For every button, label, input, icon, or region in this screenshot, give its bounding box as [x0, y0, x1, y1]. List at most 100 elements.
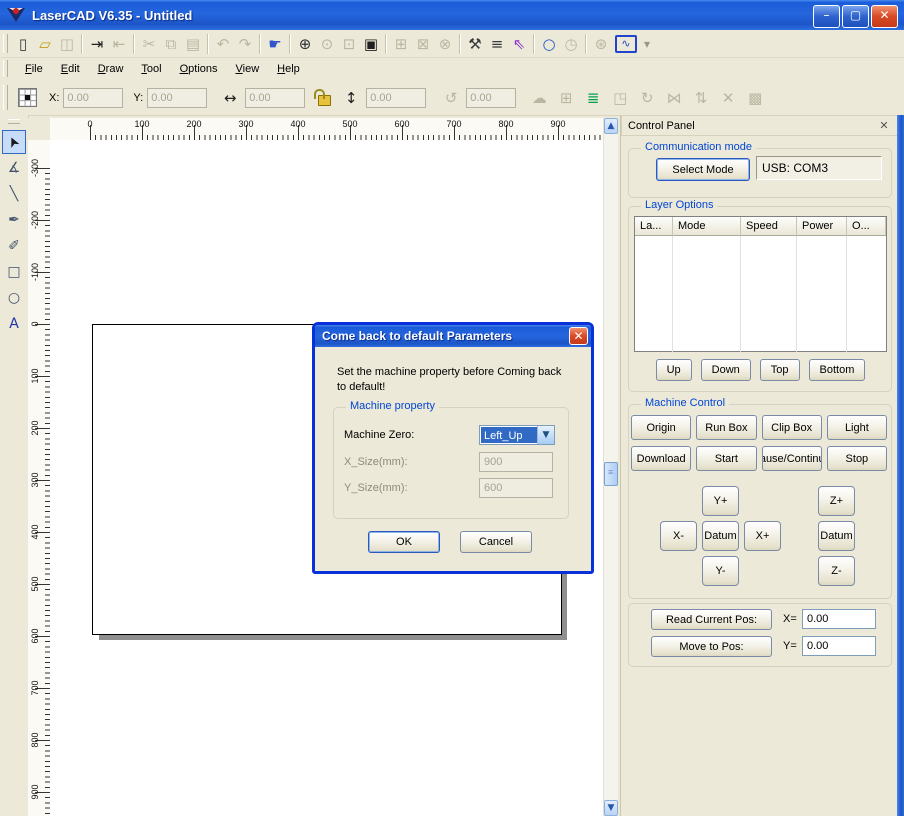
button-start[interactable]: Start [696, 446, 756, 471]
tool-ellipse[interactable]: ○ [2, 286, 26, 310]
button-down[interactable]: Down [701, 359, 751, 381]
globe-icon: ⊛ [590, 33, 612, 55]
anchor-point-icon[interactable] [18, 88, 37, 107]
tool-edit-node[interactable]: ∡ [2, 156, 26, 180]
jog-z-plus-button[interactable]: Z+ [818, 486, 855, 516]
import-icon[interactable]: ⇥ [86, 33, 108, 55]
ruler-label: -200 [30, 209, 42, 231]
layer-column-line [796, 236, 797, 352]
layer-col-speed[interactable]: Speed [741, 217, 797, 236]
button-stop[interactable]: Stop [827, 446, 887, 471]
jog-datum-z-button[interactable]: Datum [818, 521, 855, 551]
menu-view[interactable]: View [227, 60, 269, 78]
display-monitor-icon[interactable]: ∿ [615, 35, 637, 53]
dialog-close-icon[interactable]: ✕ [569, 327, 588, 345]
layers-icon[interactable]: ≣ [582, 87, 604, 109]
width-field: 0.00 [245, 88, 305, 108]
tool-text[interactable]: A [2, 312, 26, 336]
dialog-title: Come back to default Parameters [315, 325, 591, 347]
pan-hand-icon[interactable]: ☛ [264, 33, 286, 55]
button-top[interactable]: Top [760, 359, 800, 381]
jog-y-minus-button[interactable]: Y- [702, 556, 739, 586]
ruler-label: 600 [30, 625, 42, 647]
jog-x-minus-button[interactable]: X- [660, 521, 697, 551]
zoom-in-out-icon[interactable]: ⊕ [294, 33, 316, 55]
undo-icon: ↶ [212, 33, 234, 55]
y-coordinate-field: 0.00 [147, 88, 207, 108]
tool-hammer-icon[interactable]: ⚒ [464, 33, 486, 55]
menu-file[interactable]: File [16, 60, 52, 78]
close-icon[interactable]: ✕ [871, 5, 898, 28]
read-current-pos-button[interactable]: Read Current Pos: [651, 609, 772, 630]
button-origin[interactable]: Origin [631, 415, 691, 440]
control-panel-header: Control Panel ✕ [621, 115, 898, 136]
button-light[interactable]: Light [827, 415, 887, 440]
ruler-label: 0 [30, 313, 42, 335]
menu-draw[interactable]: Draw [89, 60, 133, 78]
menu-help[interactable]: Help [268, 60, 309, 78]
ruler-label: 800 [493, 119, 519, 129]
ruler-label: 500 [337, 119, 363, 129]
button-download[interactable]: Download [631, 446, 691, 471]
menu-options[interactable]: Options [171, 60, 227, 78]
vertical-scrollbar[interactable]: ▲ ▼ [603, 118, 618, 816]
tool-edit-node-icon: ∡ [8, 160, 21, 176]
pos-x-field[interactable]: 0.00 [802, 609, 876, 629]
zoom-dynamic-icon: ⊙ [316, 33, 338, 55]
machine-zero-combo[interactable]: Left_Up ▼ [479, 425, 555, 445]
minimize-icon[interactable]: – [813, 5, 840, 28]
machine-zero-label: Machine Zero: [344, 429, 414, 441]
layer-col-la[interactable]: La... [635, 217, 673, 236]
tool-ellipse-icon: ○ [8, 290, 20, 306]
tool-line[interactable]: ╲ [2, 182, 26, 206]
tool-curve-node[interactable]: ✐ [2, 234, 26, 258]
button-pause-continue[interactable]: Pause/Continue [762, 446, 822, 471]
tool-palette-grip[interactable] [8, 119, 20, 124]
mirror-horizontal-icon: ⋈ [663, 87, 685, 109]
jog-y-plus-button[interactable]: Y+ [702, 486, 739, 516]
open-file-icon[interactable]: ▱ [34, 33, 56, 55]
width-icon: ↔ [219, 87, 241, 109]
combo-dropdown-icon[interactable]: ▼ [537, 426, 554, 444]
control-panel-close-icon[interactable]: ✕ [877, 119, 891, 133]
grid-four-icon: ⊞ [555, 87, 577, 109]
layer-col-power[interactable]: Power [797, 217, 847, 236]
button-bottom[interactable]: Bottom [809, 359, 866, 381]
curve-shape-icon[interactable]: ○ [538, 33, 560, 55]
lock-open-icon[interactable] [318, 95, 331, 106]
pick-node-icon[interactable]: ⇖ [508, 33, 530, 55]
jog-z-minus-button[interactable]: Z- [818, 556, 855, 586]
layer-col-mode[interactable]: Mode [673, 217, 741, 236]
redo-icon: ↷ [234, 33, 256, 55]
toolbar-grip[interactable] [3, 34, 8, 53]
jog-x-plus-button[interactable]: X+ [744, 521, 781, 551]
property-toolbar-grip[interactable] [3, 85, 8, 110]
zoom-page-icon[interactable]: ▣ [360, 33, 382, 55]
jog-datum-xy-button[interactable]: Datum [702, 521, 739, 551]
layer-table[interactable]: La...ModeSpeedPowerO... [634, 216, 887, 352]
tool-rectangle[interactable]: □ [2, 260, 26, 284]
button-clip-box[interactable]: Clip Box [762, 415, 822, 440]
scroll-down-icon[interactable]: ▼ [604, 800, 618, 816]
menu-tool[interactable]: Tool [132, 60, 170, 78]
new-document-icon[interactable]: ▯ [12, 33, 34, 55]
layer-col-o[interactable]: O... [847, 217, 886, 236]
menubar-grip[interactable] [3, 60, 8, 76]
tool-select[interactable]: ➤ [2, 130, 26, 154]
scrollbar-thumb[interactable] [604, 462, 618, 486]
toolbar-separator [289, 34, 291, 54]
toolbar-overflow-icon[interactable]: ▾ [640, 33, 654, 55]
scroll-up-icon[interactable]: ▲ [604, 118, 618, 134]
button-run-box[interactable]: Run Box [696, 415, 756, 440]
button-up[interactable]: Up [656, 359, 692, 381]
select-mode-button[interactable]: Select Mode [656, 158, 750, 181]
move-to-pos-button[interactable]: Move to Pos: [651, 636, 772, 657]
ok-button[interactable]: OK [368, 531, 440, 553]
pos-y-field[interactable]: 0.00 [802, 636, 876, 656]
maximize-icon[interactable]: ▢ [842, 5, 869, 28]
cancel-button[interactable]: Cancel [460, 531, 532, 553]
output-list-icon[interactable]: ≡ [486, 33, 508, 55]
tool-pen[interactable]: ✒ [2, 208, 26, 232]
x-coordinate-field: 0.00 [63, 88, 123, 108]
menu-edit[interactable]: Edit [52, 60, 89, 78]
